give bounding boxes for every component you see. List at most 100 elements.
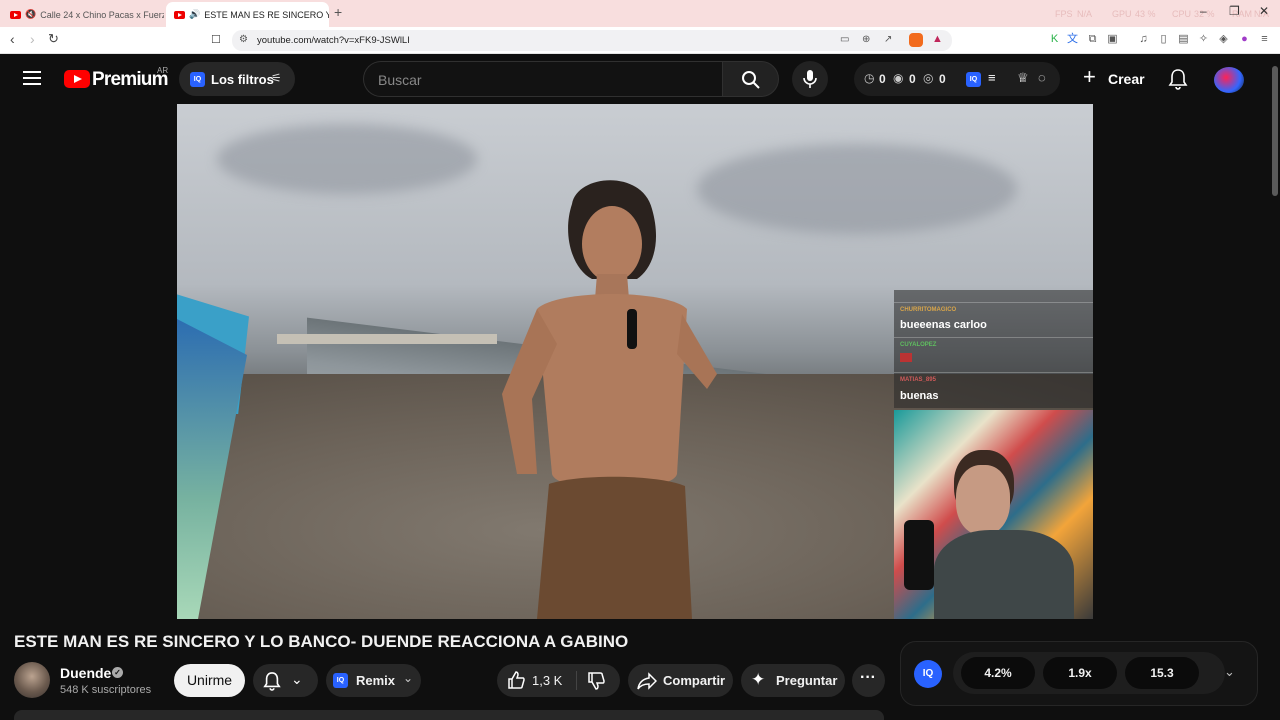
country-code: AR — [157, 66, 169, 75]
microphone-icon — [803, 70, 817, 88]
share-label: Compartir — [663, 673, 726, 688]
youtube-favicon-icon — [10, 10, 21, 19]
new-tab-button[interactable]: + — [334, 4, 342, 20]
zoom-icon[interactable]: ⊕ — [862, 34, 870, 45]
close-window-icon[interactable]: ✕ — [1259, 4, 1269, 18]
profile-icon[interactable]: ● — [1238, 33, 1251, 46]
vpn-icon[interactable]: ◈ — [1217, 33, 1230, 46]
ask-button[interactable]: ✦ Preguntar — [741, 664, 845, 697]
extension-k-icon[interactable]: K — [1048, 33, 1061, 46]
audio-icon: 🔊 — [189, 9, 201, 19]
subscription-bell-button[interactable]: ⌄ — [253, 664, 318, 697]
gpu-value: 43 % — [1135, 9, 1156, 19]
like-button[interactable]: 1,3 K — [497, 664, 575, 697]
share-button[interactable]: Compartir — [628, 664, 733, 697]
thumbs-down-icon — [588, 672, 605, 690]
minimize-icon[interactable]: – — [1200, 4, 1207, 18]
trophy-icon[interactable]: ♕ — [1017, 70, 1029, 86]
chat-message: CHURRITOMAGICO bueeenas carloo — [894, 302, 1093, 337]
description-box[interactable] — [14, 710, 884, 720]
extensions-icon[interactable]: ⧉ — [1086, 33, 1099, 46]
bookmark-icon[interactable]: ☐ — [211, 33, 221, 46]
voice-search-button[interactable] — [792, 61, 828, 97]
fps-label: FPS — [1055, 9, 1073, 19]
chat-username: MATIAS_895 — [900, 377, 936, 383]
music-icon[interactable]: ♫ — [1137, 33, 1150, 46]
gpu-label: GPU — [1112, 9, 1132, 19]
search-icon — [742, 71, 760, 89]
extension-stats-box: ◷ 0 ◉ 0 ◎ 0 IQ ≡ ♕ ◌ — [854, 62, 1060, 96]
channel-avatar[interactable] — [14, 662, 50, 698]
tab-title: Calle 24 x Chino Pacas x Fuerza R — [40, 9, 164, 20]
sidebar-icon[interactable]: ▯ — [1157, 33, 1170, 46]
search-button[interactable] — [722, 61, 779, 97]
like-count: 1,3 K — [532, 673, 563, 688]
iq-logo-icon: IQ — [333, 673, 348, 688]
video-title: ESTE MAN ES RE SINCERO Y LO BANCO- DUEND… — [14, 632, 629, 651]
ai-icon[interactable]: ✧ — [1197, 33, 1210, 46]
youtube-logo-icon[interactable] — [64, 70, 90, 88]
join-button[interactable]: Unirme — [174, 664, 245, 697]
search-input[interactable]: Buscar — [363, 61, 723, 97]
share-page-icon[interactable]: ↗ — [884, 34, 892, 45]
filters-button[interactable]: IQ Los filtros ⚟ — [179, 62, 295, 96]
restore-icon[interactable]: ❐ — [1229, 4, 1240, 18]
rewards-icon[interactable]: ▲ — [932, 33, 943, 45]
iq-stat-3: 15.3 — [1125, 657, 1199, 689]
eye-off-icon: ◎ — [923, 71, 934, 85]
chat-bubble-icon[interactable]: ◌ — [1038, 70, 1046, 85]
iq-logo-icon: IQ — [190, 72, 205, 87]
video-player[interactable]: CHURRITOMAGICO bueeenas carloo CUYALOPEZ… — [177, 104, 1093, 619]
tab-title: ESTE MAN ES RE SINCERO Y L — [204, 9, 329, 20]
reload-icon[interactable]: ↻ — [48, 31, 59, 47]
stat-value-2: 0 — [909, 72, 916, 86]
ask-label: Preguntar — [776, 673, 838, 688]
streamer-webcam — [894, 410, 1093, 619]
chevron-down-icon[interactable]: ⌄ — [1224, 664, 1235, 680]
scrollbar-thumb[interactable] — [1272, 66, 1278, 196]
chat-text: bueeenas carloo — [900, 319, 987, 331]
browser-toolbar: ‹ › ↻ ☐ ⚙ youtube.com/watch?v=xFK9-JSWlL… — [0, 27, 1280, 54]
verified-check-icon: ✓ — [112, 667, 123, 678]
youtube-header: Premium AR IQ Los filtros ⚟ Buscar ◷ 0 ◉… — [0, 54, 1270, 104]
brave-shield-icon[interactable] — [909, 33, 923, 47]
forward-icon[interactable]: › — [30, 31, 35, 47]
user-avatar[interactable] — [1214, 67, 1244, 93]
chat-username: CUYALOPEZ — [900, 342, 937, 348]
translate-icon[interactable]: 文 — [1066, 33, 1079, 46]
stream-chat-overlay: CHURRITOMAGICO bueeenas carloo CUYALOPEZ… — [894, 290, 1093, 408]
sliders-icon: ⚟ — [271, 71, 282, 85]
browser-tab-2[interactable]: 🔊 ESTE MAN ES RE SINCERO Y L ✕ — [166, 2, 329, 27]
iq-stats-panel: IQ 4.2% 1.9x 15.3 ⌄ — [900, 641, 1258, 706]
cloud-shape — [697, 144, 1017, 234]
screenshot-icon[interactable]: ▣ — [1106, 33, 1119, 46]
create-button[interactable]: + Crear — [1078, 62, 1152, 96]
hamburger-menu-icon[interactable] — [23, 71, 41, 85]
iq-logo-icon[interactable]: IQ — [914, 660, 942, 688]
dislike-button[interactable] — [577, 664, 620, 697]
address-bar[interactable]: ⚙ youtube.com/watch?v=xFK9-JSWlLI ▭ ⊕ ↗ … — [232, 30, 952, 51]
iq-logo-icon[interactable]: IQ — [966, 72, 981, 87]
search-placeholder: Buscar — [378, 72, 422, 88]
wallet-icon[interactable]: ▤ — [1177, 33, 1190, 46]
menu-icon[interactable]: ≡ — [1258, 33, 1271, 46]
remix-label: Remix — [356, 673, 396, 688]
streamer-shirt-shape — [934, 530, 1074, 619]
cast-icon[interactable]: ▭ — [840, 34, 849, 45]
browser-tab-1[interactable]: 🔇 Calle 24 x Chino Pacas x Fuerza R — [2, 2, 164, 27]
channel-name[interactable]: Duende — [60, 665, 111, 681]
more-actions-button[interactable]: ··· — [852, 664, 885, 697]
chat-username: CHURRITOMAGICO — [900, 307, 957, 313]
notifications-bell-icon[interactable] — [1168, 68, 1188, 90]
iq-stat-1: 4.2% — [961, 657, 1035, 689]
bell-icon — [263, 672, 281, 691]
list-icon[interactable]: ≡ — [988, 70, 996, 85]
url-text: youtube.com/watch?v=xFK9-JSWlLI — [257, 35, 410, 46]
mute-icon: 🔇 — [25, 9, 37, 19]
back-icon[interactable]: ‹ — [10, 31, 15, 47]
chevron-down-icon: ⌄ — [403, 671, 414, 685]
create-label: Crear — [1108, 71, 1145, 87]
thumbs-up-icon — [508, 671, 525, 689]
site-info-icon[interactable]: ⚙ — [239, 34, 248, 45]
remix-button[interactable]: IQ Remix ⌄ — [326, 664, 421, 697]
